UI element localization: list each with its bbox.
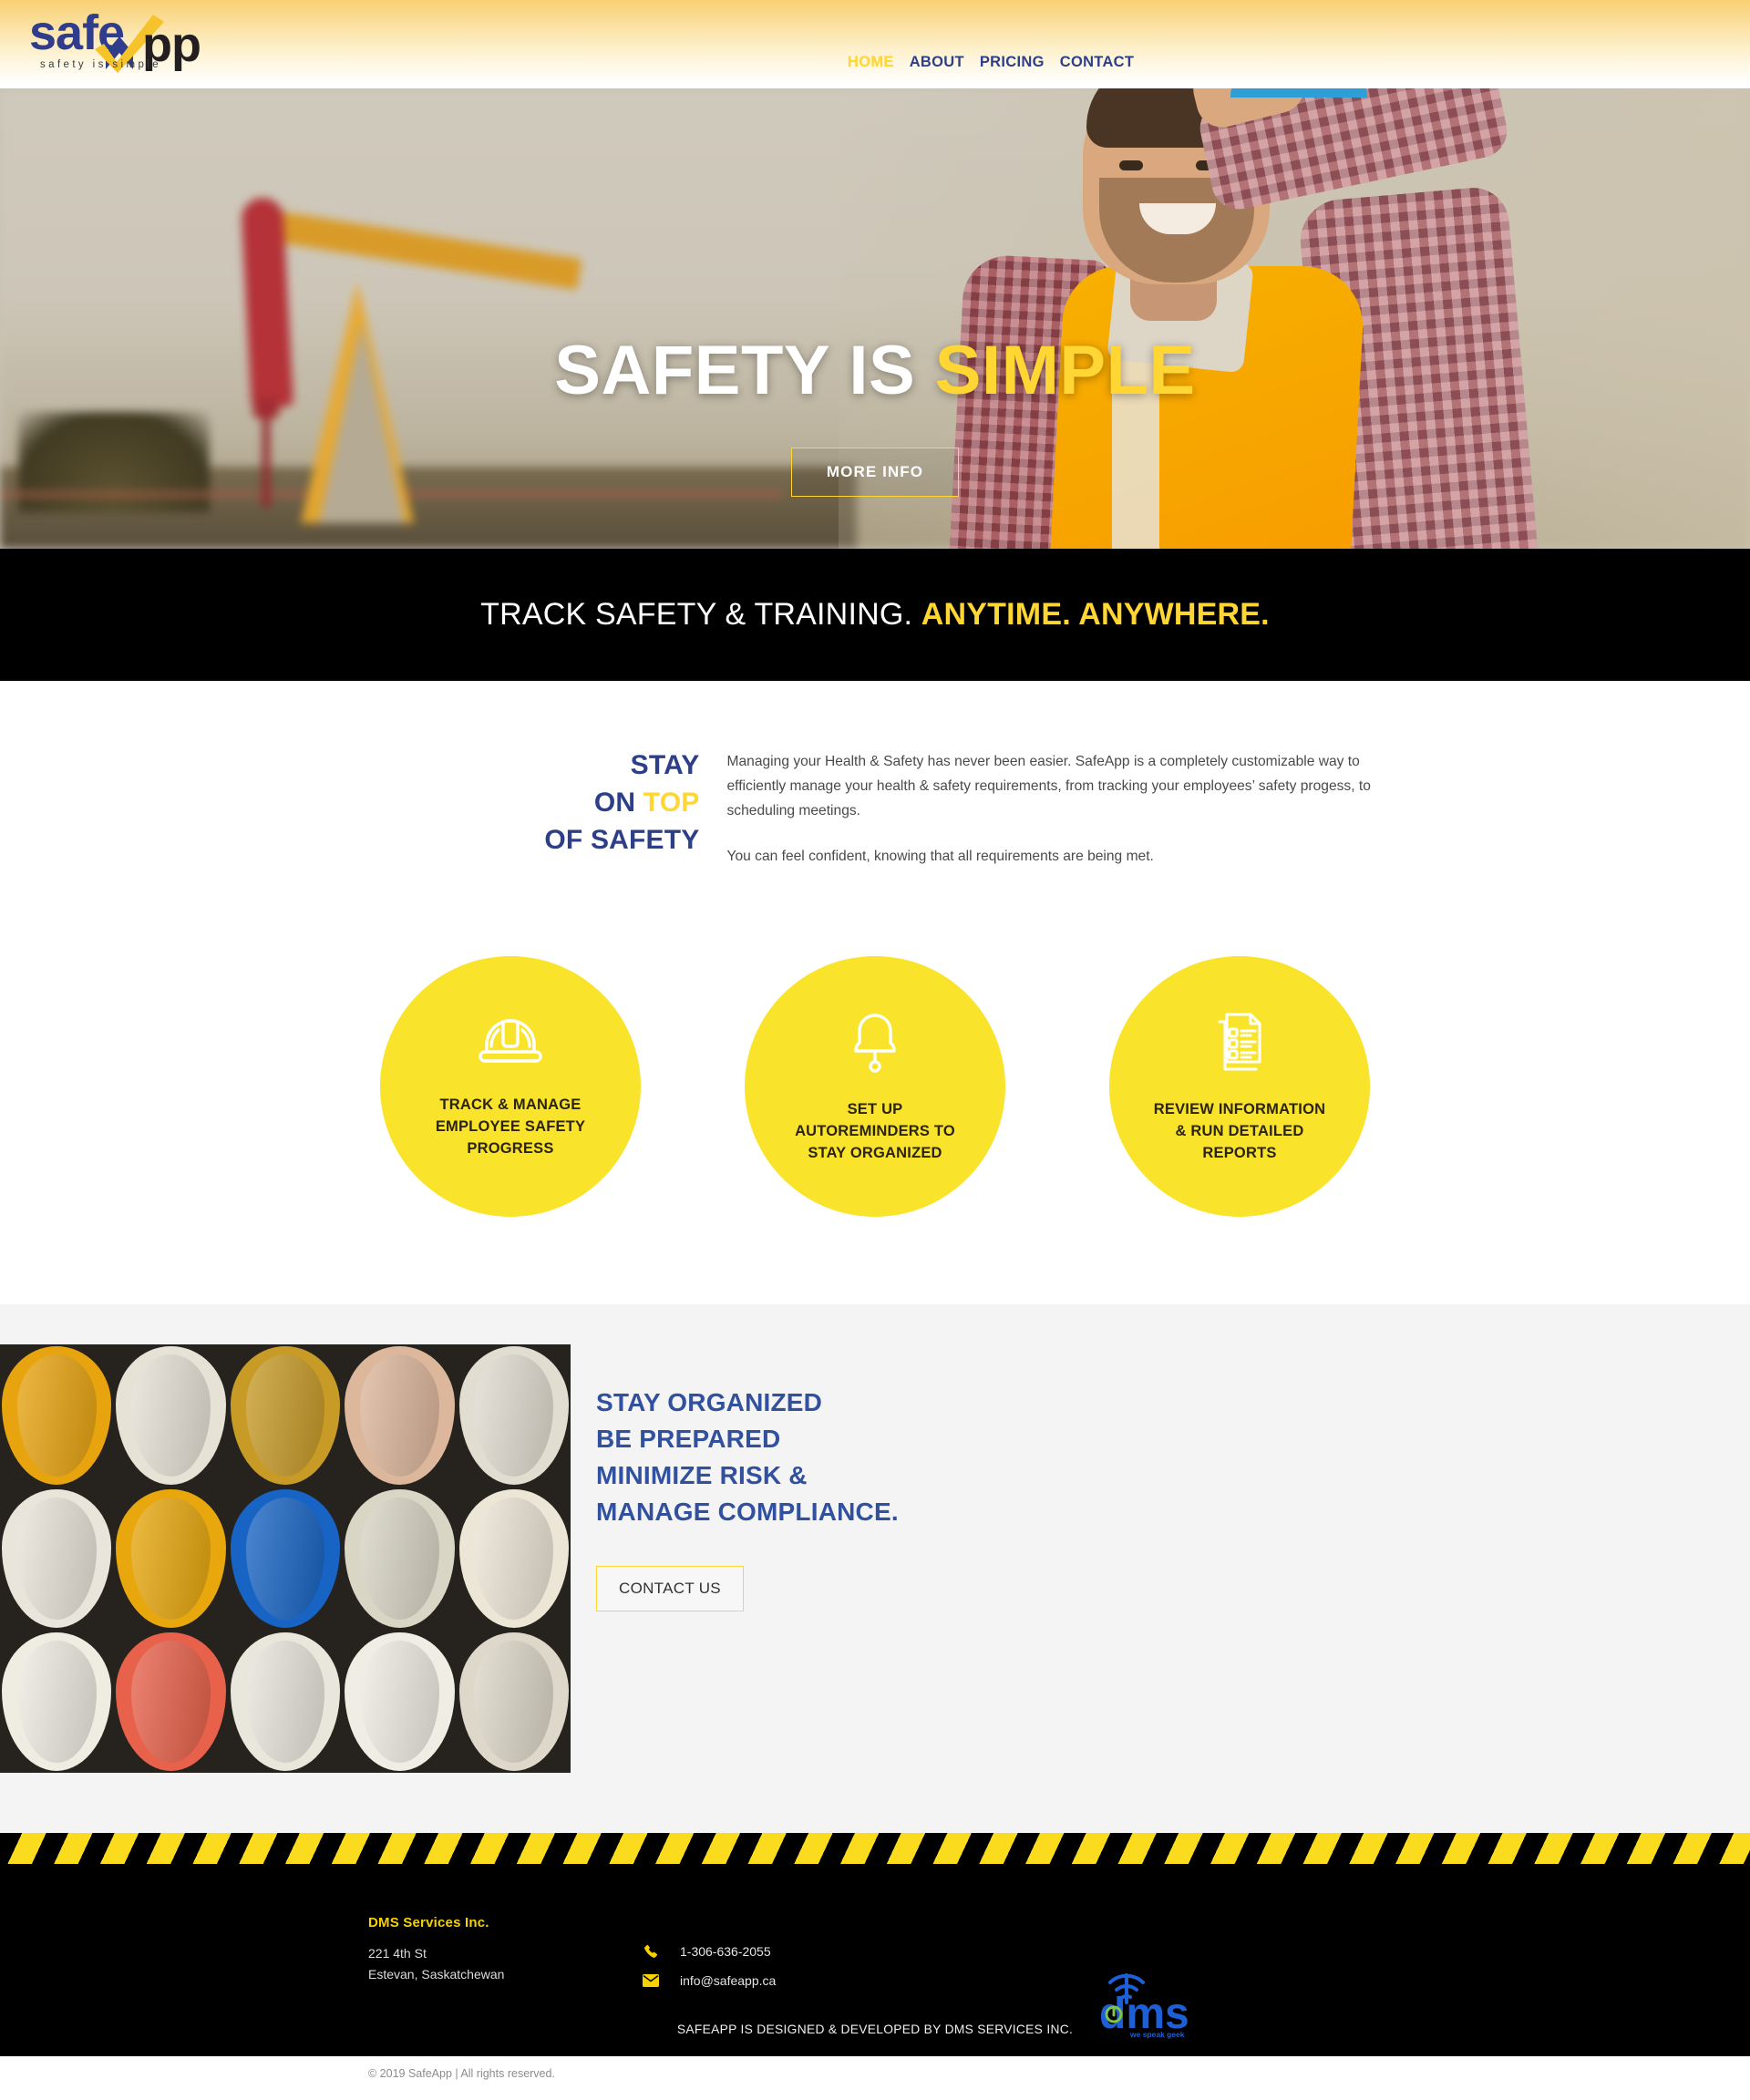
more-info-button[interactable]: MORE INFO	[790, 448, 960, 497]
footer-address-block: DMS Services Inc. 221 4th St Estevan, Sa…	[368, 1915, 642, 2002]
organized-line-3: MINIMIZE RISK &	[596, 1460, 808, 1489]
intro-body: Managing your Health & Safety has never …	[727, 736, 1388, 870]
copyright-bar: © 2019 SafeApp | All rights reserved.	[0, 2056, 1750, 2100]
organized-line-1: STAY ORGANIZED	[596, 1388, 823, 1417]
intro-heading-line3: OF SAFETY	[544, 825, 700, 856]
feature-caption: SET UP AUTOREMINDERS TO STAY ORGANIZED	[795, 1100, 955, 1161]
hard-hat-icon	[474, 1014, 547, 1075]
organized-text: STAY ORGANIZED BE PREPARED MINIMIZE RISK…	[571, 1344, 899, 1773]
site-footer: DMS Services Inc. 221 4th St Estevan, Sa…	[0, 1864, 1750, 2057]
nav-item-pricing[interactable]: PRICING	[980, 54, 1045, 71]
footer-phone-row[interactable]: 1-306-636-2055	[642, 1944, 776, 1959]
footer-contact-block: 1-306-636-2055 info@safeapp.ca	[642, 1915, 776, 2002]
envelope-icon	[642, 1974, 660, 1988]
site-header: safe pp safety is simple HOME ABOUT PRIC…	[0, 0, 1750, 88]
footer-address-line-2: Estevan, Saskatchewan	[368, 1967, 505, 1982]
intro-heading-on: ON	[593, 788, 643, 818]
hard-hats-image	[0, 1344, 571, 1774]
tagline-light: TRACK SAFETY & TRAINING.	[480, 597, 913, 632]
intro-section: STAY ON TOP OF SAFETY Managing your Heal…	[0, 681, 1750, 1305]
intro-heading-top: TOP	[643, 788, 700, 818]
checklist-icon	[1207, 1009, 1272, 1079]
nav-item-about[interactable]: ABOUT	[910, 54, 964, 71]
safeapp-logo[interactable]: safe pp safety is simple	[26, 5, 235, 77]
footer-phone-value[interactable]: 1-306-636-2055	[680, 1944, 771, 1959]
contact-us-button[interactable]: CONTACT US	[596, 1566, 744, 1612]
footer-company-name: DMS Services Inc.	[368, 1915, 489, 1931]
feature-circles: TRACK & MANAGE EMPLOYEE SAFETY PROGRESS SE…	[0, 956, 1750, 1304]
intro-heading: STAY ON TOP OF SAFETY	[363, 736, 700, 859]
feature-circle-reports[interactable]: REVIEW INFORMATION & RUN DETAILED REPORTS	[1109, 956, 1370, 1218]
intro-heading-line1: STAY	[630, 750, 700, 780]
bell-icon	[843, 1009, 907, 1079]
tagline-banner: TRACK SAFETY & TRAINING. ANYTIME. ANYWHE…	[0, 549, 1750, 681]
feature-circle-track-manage[interactable]: TRACK & MANAGE EMPLOYEE SAFETY PROGRESS	[380, 956, 641, 1218]
hero-title: SAFETY IS SIMPLE	[554, 336, 1195, 406]
main-navigation[interactable]: HOME ABOUT PRICING CONTACT	[848, 54, 1134, 71]
footer-email-value[interactable]: info@safeapp.ca	[680, 1973, 776, 1988]
hero-title-yellow: SIMPLE	[934, 332, 1196, 409]
organized-section: STAY ORGANIZED BE PREPARED MINIMIZE RISK…	[0, 1304, 1750, 1834]
intro-paragraph-1: Managing your Health & Safety has never …	[726, 754, 1371, 818]
footer-credit: SAFEAPP IS DESIGNED & DEVELOPED BY DMS S…	[676, 2023, 1074, 2037]
dms-logo-svg: dms we speak geek	[1099, 1973, 1189, 2039]
feature-caption: REVIEW INFORMATION & RUN DETAILED REPORTS	[1153, 1100, 1326, 1161]
nav-item-home[interactable]: HOME	[848, 54, 894, 71]
footer-address-line-1: 221 4th St	[368, 1946, 427, 1961]
phone-icon	[642, 1944, 660, 1959]
dms-logo[interactable]: dms we speak geek	[1094, 1962, 1194, 2043]
nav-item-contact[interactable]: CONTACT	[1060, 54, 1135, 71]
logo-tagline: safety is simple	[40, 59, 161, 70]
feature-caption: TRACK & MANAGE EMPLOYEE SAFETY PROGRESS	[435, 1096, 586, 1157]
hazard-stripe-divider	[0, 1833, 1750, 1865]
hero-title-white: SAFETY IS	[554, 332, 916, 409]
organized-line-2: BE PREPARED	[596, 1425, 781, 1453]
tagline-bold: ANYTIME. ANYWHERE.	[921, 597, 1270, 632]
organized-title: STAY ORGANIZED BE PREPARED MINIMIZE RISK…	[596, 1385, 899, 1529]
intro-paragraph-2: You can feel confident, knowing that all…	[726, 849, 1154, 865]
organized-line-4: MANAGE COMPLIANCE.	[596, 1497, 899, 1526]
hero-section: SAFETY IS SIMPLE MORE INFO	[0, 88, 1750, 549]
logo-svg: safe pp safety is simple	[29, 5, 201, 73]
feature-circle-autoreminders[interactable]: SET UP AUTOREMINDERS TO STAY ORGANIZED	[745, 956, 1005, 1218]
intro-heading-line2: ON TOP	[363, 784, 700, 821]
tagline-banner-text: TRACK SAFETY & TRAINING. ANYTIME. ANYWHE…	[480, 597, 1270, 633]
dms-tagline: we speak geek	[1129, 2030, 1185, 2039]
footer-email-row[interactable]: info@safeapp.ca	[642, 1973, 776, 1988]
